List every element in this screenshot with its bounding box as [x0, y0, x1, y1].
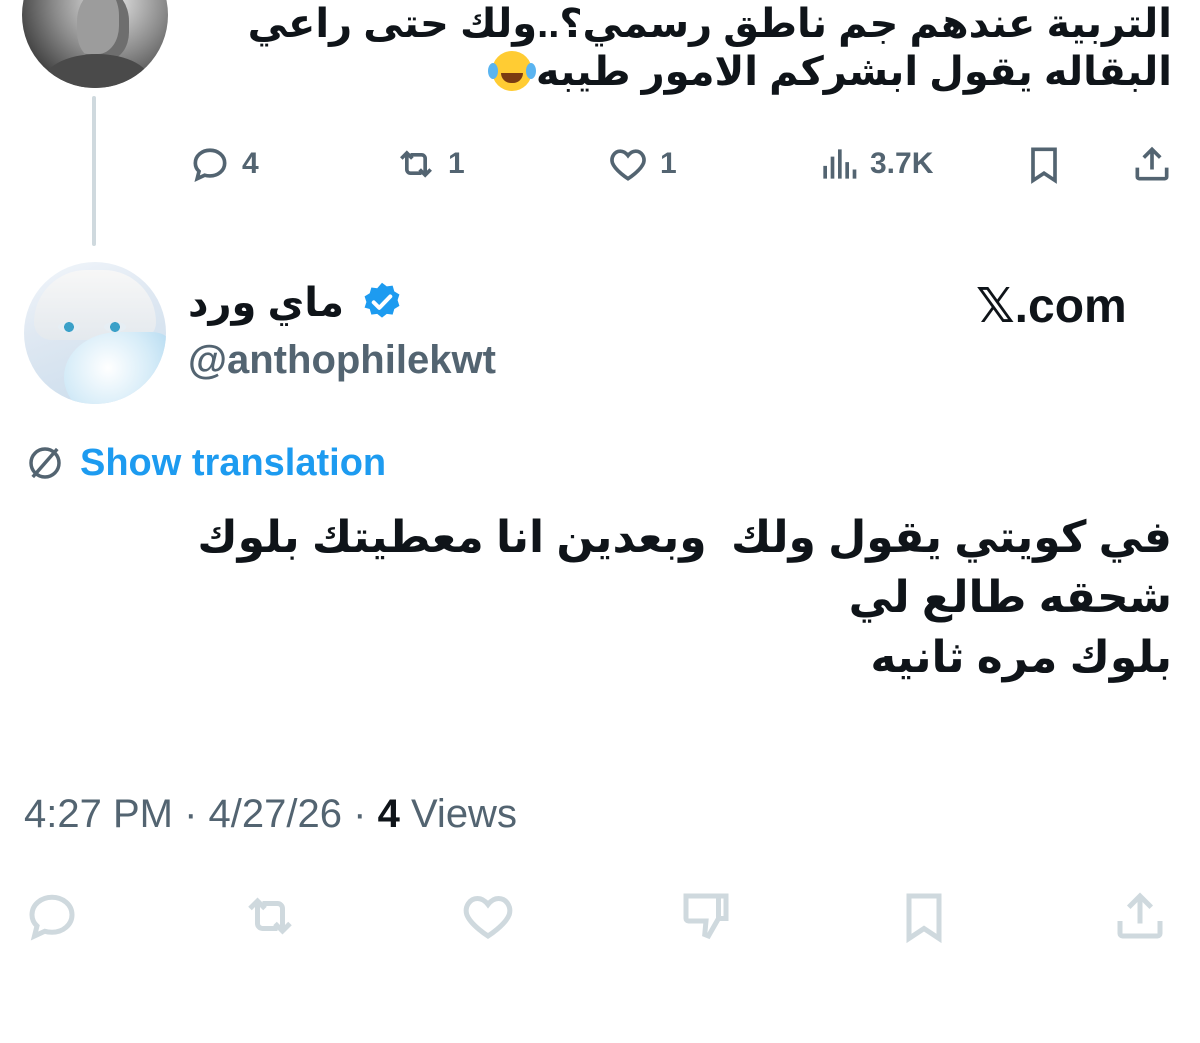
views-count: 3.7K	[870, 147, 934, 180]
share-button[interactable]	[1130, 138, 1174, 190]
reply-icon	[29, 894, 75, 941]
previous-tweet-line: البقاله يقول ابشركم الامور طيبه	[535, 50, 1172, 94]
thread-connector-line	[92, 96, 96, 246]
heart-icon	[463, 895, 513, 939]
share-icon	[1135, 146, 1169, 181]
repost-count: 1	[448, 147, 465, 180]
dislike-button[interactable]	[676, 886, 740, 950]
bookmark-icon	[906, 893, 942, 944]
previous-tweet-avatar[interactable]	[22, 0, 168, 88]
share-button[interactable]	[1110, 886, 1174, 950]
bookmark-button[interactable]	[894, 886, 958, 950]
tweet-views-label: Views	[410, 792, 517, 836]
views-button[interactable]: 3.7K	[816, 138, 933, 190]
tweet-action-bar	[0, 886, 1200, 952]
reply-count: 4	[242, 147, 259, 180]
meta-separator: ·	[353, 792, 367, 836]
translate-globe-icon	[29, 447, 61, 479]
heart-icon	[610, 149, 646, 181]
reply-icon	[193, 148, 227, 182]
author-display-name[interactable]: ماي ورد	[188, 280, 344, 326]
repost-icon	[248, 897, 292, 935]
reply-button[interactable]	[22, 886, 86, 950]
tweet-body-line: شحقه طالع لي	[848, 573, 1172, 622]
tweet-body-line: بلوك مره ثانيه	[870, 633, 1172, 682]
bookmark-button[interactable]	[1022, 138, 1066, 190]
author-avatar[interactable]	[24, 262, 166, 404]
previous-tweet-action-bar: 4 1 1 3.7K	[188, 138, 1178, 190]
previous-tweet-text: التربية عندهم جم ناطق رسمي؟..ولك حتى راع…	[172, 0, 1172, 96]
tweet-body-line: في كويتي يقول ولك وبعدين انا معطيتك بلوك	[197, 513, 1172, 562]
repost-button[interactable]: 1	[394, 138, 465, 190]
tweet-body: في كويتي يقول ولك وبعدين انا معطيتك بلوك…	[72, 508, 1172, 688]
tweet-date[interactable]: 4/27/26	[209, 792, 342, 836]
like-button[interactable]	[458, 886, 522, 950]
show-translation-link[interactable]: Show translation	[80, 442, 386, 485]
meta-separator: ·	[184, 792, 198, 836]
share-icon	[1117, 892, 1163, 939]
verified-badge-icon	[364, 282, 400, 318]
reply-button[interactable]: 4	[188, 138, 259, 190]
bookmark-icon	[1031, 147, 1057, 184]
tweet-meta: 4:27 PM · 4/27/26 · 4 Views	[24, 792, 517, 837]
thumbs-down-icon	[683, 893, 729, 940]
xcom-watermark: 𝕏.com	[976, 280, 1127, 333]
previous-tweet-line: التربية عندهم جم ناطق رسمي؟..ولك حتى راع…	[247, 2, 1172, 46]
author-handle[interactable]: @anthophilekwt	[188, 338, 496, 383]
like-count: 1	[660, 147, 677, 180]
repost-button[interactable]	[240, 886, 304, 950]
analytics-icon	[823, 149, 857, 179]
repost-icon	[400, 150, 432, 178]
like-button[interactable]: 1	[606, 138, 677, 190]
laughing-emoji-icon	[487, 51, 532, 91]
tweet-time[interactable]: 4:27 PM	[24, 792, 173, 836]
show-translation-row[interactable]: Show translation	[24, 440, 386, 486]
tweet-views-count: 4	[377, 792, 400, 836]
